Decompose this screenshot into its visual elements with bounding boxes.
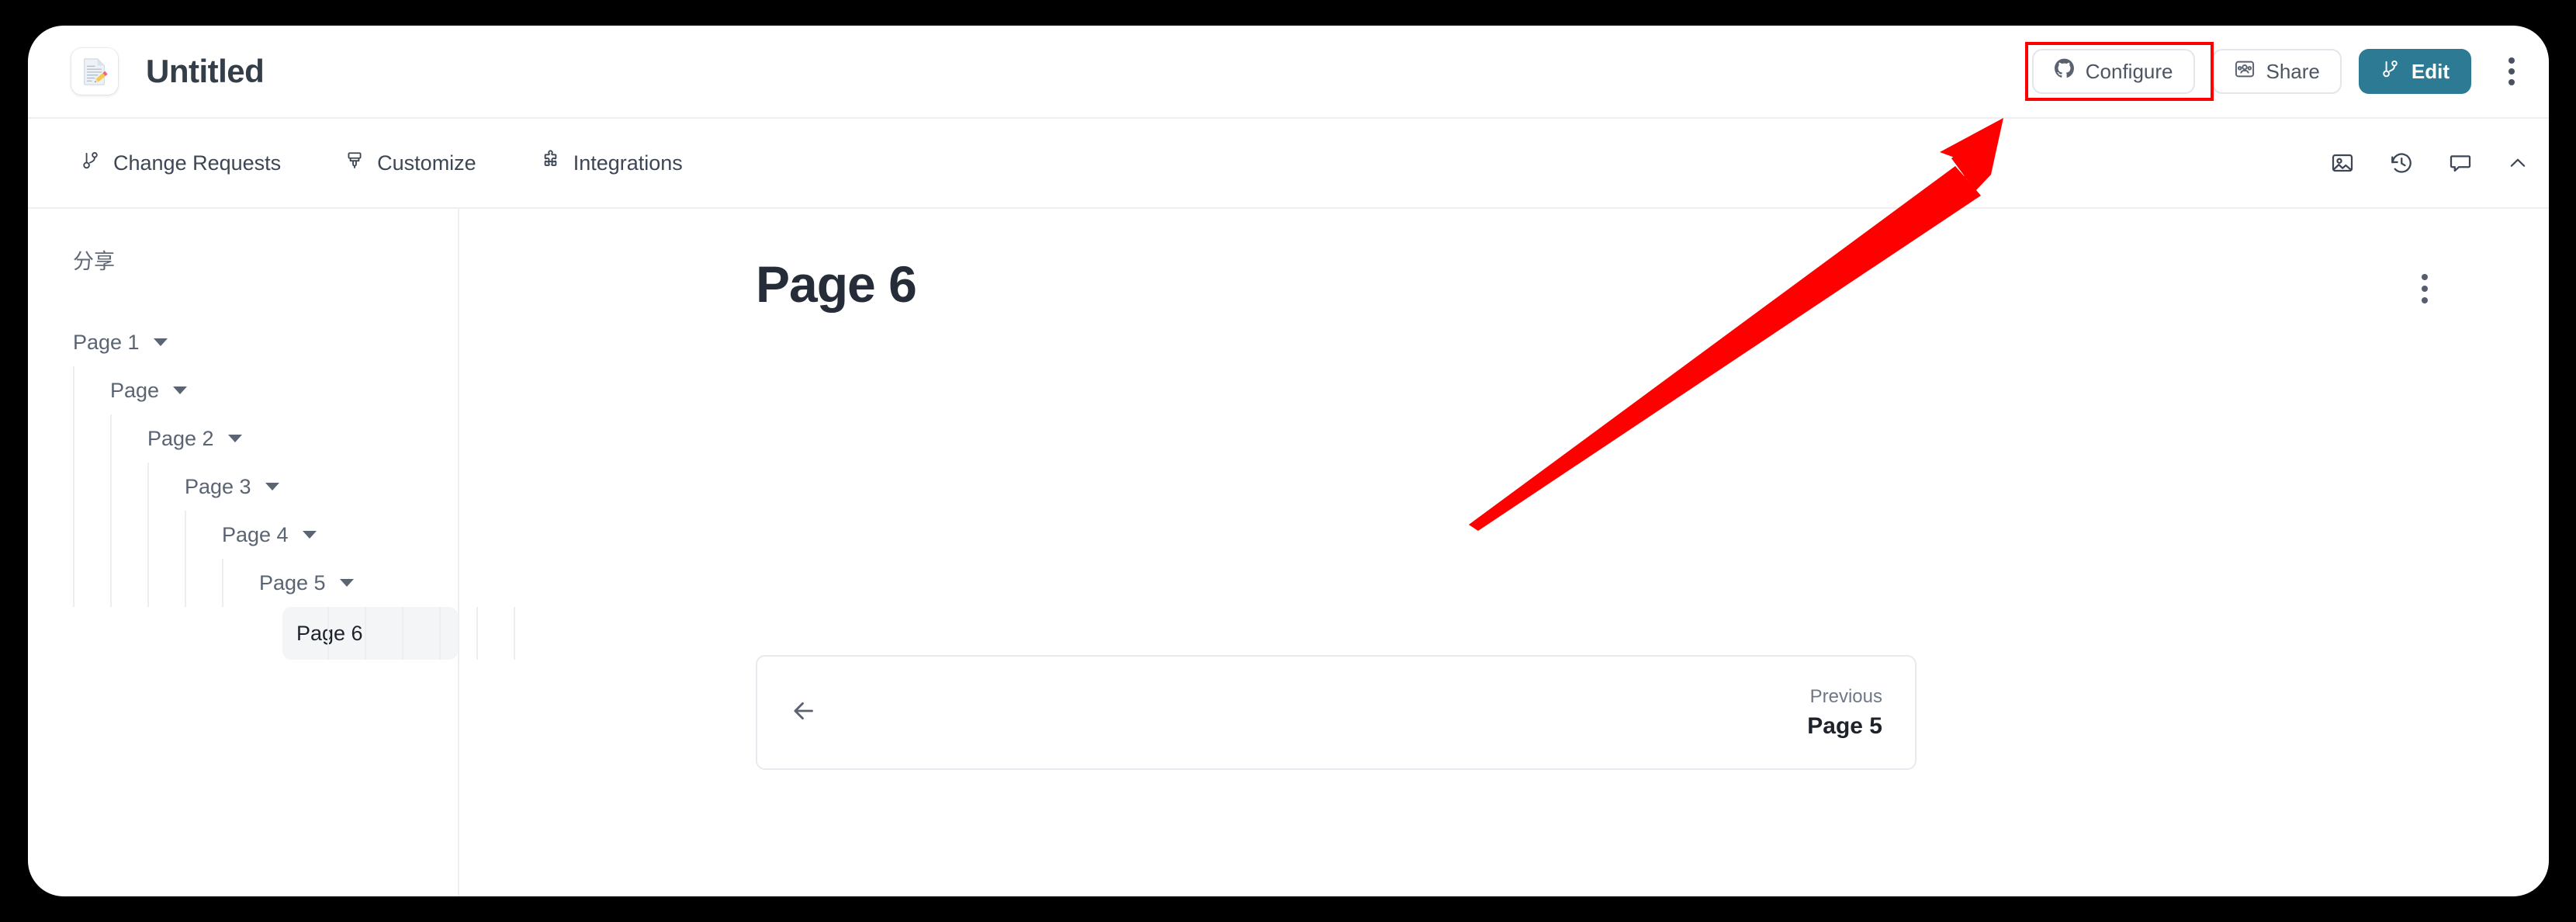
tree-guide-line [73, 511, 110, 559]
sidebar-tree-item-label: Page [110, 378, 160, 402]
sidebar: 分享 Page 1 Page Page 2 Page 3 Page 4 Page 5 Pag… [28, 209, 515, 896]
image-icon[interactable] [2330, 151, 2355, 175]
more-vertical-icon-dot [2508, 79, 2515, 85]
tree-guide-lines [73, 414, 147, 463]
tree-guide-line [110, 511, 147, 559]
previous-page-texts: Previous Page 5 [1807, 686, 1882, 740]
tree-guide-lines [73, 366, 110, 414]
header-more-menu-button[interactable] [2491, 49, 2532, 94]
chevron-up-icon[interactable] [2507, 152, 2529, 174]
configure-button[interactable]: Configure [2031, 49, 2195, 94]
tree-guide-line [147, 511, 185, 559]
tab-change-requests-label: Change Requests [113, 151, 282, 175]
sidebar-tree-item[interactable]: Page 3 [28, 463, 458, 511]
tree-guide-line [365, 607, 402, 660]
share-label: Share [2266, 59, 2320, 83]
paintbrush-icon [345, 151, 365, 176]
tree-guide-line [327, 607, 365, 660]
configure-button-wrapper: Configure [2024, 42, 2214, 101]
git-branch-icon [81, 151, 101, 176]
more-vertical-icon-dot [2422, 297, 2428, 303]
arrow-left-icon [790, 697, 818, 729]
sidebar-tree-item[interactable]: Page 4 [28, 511, 458, 559]
chevron-down-icon[interactable] [265, 483, 279, 490]
chevron-down-icon[interactable] [227, 435, 242, 442]
tree-guide-line [185, 559, 222, 607]
sidebar-tree-item[interactable]: Page 1 [28, 318, 458, 366]
git-branch-icon [2380, 59, 2401, 85]
tab-customize[interactable]: Customize [345, 151, 476, 176]
sidebar-tree-item-label: Page 2 [147, 426, 214, 450]
more-vertical-icon-dot [2422, 286, 2428, 292]
tab-integrations-label: Integrations [573, 151, 683, 175]
tree-guide-line [110, 414, 147, 463]
sidebar-tree-item-label: Page 5 [259, 570, 326, 594]
page-title: Page 6 [756, 255, 917, 313]
tree-guide-line [73, 463, 110, 511]
edit-button[interactable]: Edit [2358, 49, 2471, 94]
github-icon [2054, 58, 2075, 85]
sidebar-tree-item[interactable]: Page 2 [28, 414, 458, 463]
memo-pencil-icon [71, 48, 118, 95]
previous-page-kicker: Previous [1809, 685, 1882, 707]
body-split: 分享 Page 1 Page Page 2 Page 3 Page 4 Page 5 Pag… [28, 209, 2549, 896]
sub-toolbar: Change Requests Customize Integrations [28, 119, 2549, 209]
share-button[interactable]: Share [2211, 49, 2342, 94]
tab-change-requests[interactable]: Change Requests [81, 151, 281, 176]
sidebar-tree-item-label: Page 3 [185, 474, 251, 498]
tree-guide-line [147, 463, 185, 511]
chevron-down-icon[interactable] [302, 531, 317, 539]
tree-guide-lines [73, 511, 222, 559]
chevron-down-icon[interactable] [173, 386, 188, 394]
history-clock-icon[interactable] [2389, 151, 2414, 175]
tree-guide-line [73, 559, 110, 607]
tab-customize-label: Customize [377, 151, 476, 175]
more-vertical-icon-dot [2508, 68, 2515, 75]
sidebar-tree-item[interactable]: Page [28, 366, 458, 414]
sidebar-tree-item[interactable]: Page 6 [282, 607, 515, 660]
header-actions: Configure Share Edit [2024, 42, 2532, 101]
tree-guide-line [402, 607, 439, 660]
configure-label: Configure [2085, 59, 2173, 83]
sidebar-tree-item-label: Page 4 [222, 522, 289, 546]
chevron-down-icon[interactable] [153, 338, 168, 346]
document-title: Untitled [146, 53, 265, 89]
tree-guide-line [185, 511, 222, 559]
tree-guide-line [222, 559, 259, 607]
people-card-icon [2234, 58, 2256, 85]
sidebar-tree-item-label: Page 1 [73, 330, 140, 354]
chevron-down-icon[interactable] [339, 579, 354, 587]
sidebar-tree: Page 1 Page Page 2 Page 3 Page 4 Page 5 Page 6 [28, 318, 515, 660]
tab-integrations[interactable]: Integrations [540, 150, 683, 176]
tree-guide-line [73, 414, 110, 463]
edit-label: Edit [2411, 59, 2450, 83]
app-window: Untitled Configure Share Edit Change Req… [28, 26, 2549, 896]
comment-bubble-icon[interactable] [2448, 151, 2473, 175]
main-content: Page 6 Previous Page 5 [459, 209, 2549, 896]
tree-guide-lines [73, 463, 185, 511]
tree-guide-line [73, 366, 110, 414]
tree-guide-lines [73, 559, 259, 607]
tree-guide-line [147, 559, 185, 607]
tree-guide-line [110, 463, 147, 511]
page-more-menu-button[interactable] [2411, 269, 2439, 308]
page-head: Page 6 [459, 255, 2549, 314]
more-vertical-icon-dot [2508, 57, 2515, 64]
previous-page-target: Page 5 [1807, 712, 1882, 739]
sidebar-heading: 分享 [73, 250, 115, 273]
more-vertical-icon-dot [2422, 274, 2428, 280]
puzzle-piece-icon [540, 150, 561, 176]
header-bar: Untitled Configure Share Edit [28, 26, 2549, 119]
toolbar-right-icons [2330, 151, 2529, 175]
sidebar-tree-item[interactable]: Page 5 [28, 559, 458, 607]
previous-page-card[interactable]: Previous Page 5 [756, 655, 1916, 770]
tree-guide-line [110, 559, 147, 607]
